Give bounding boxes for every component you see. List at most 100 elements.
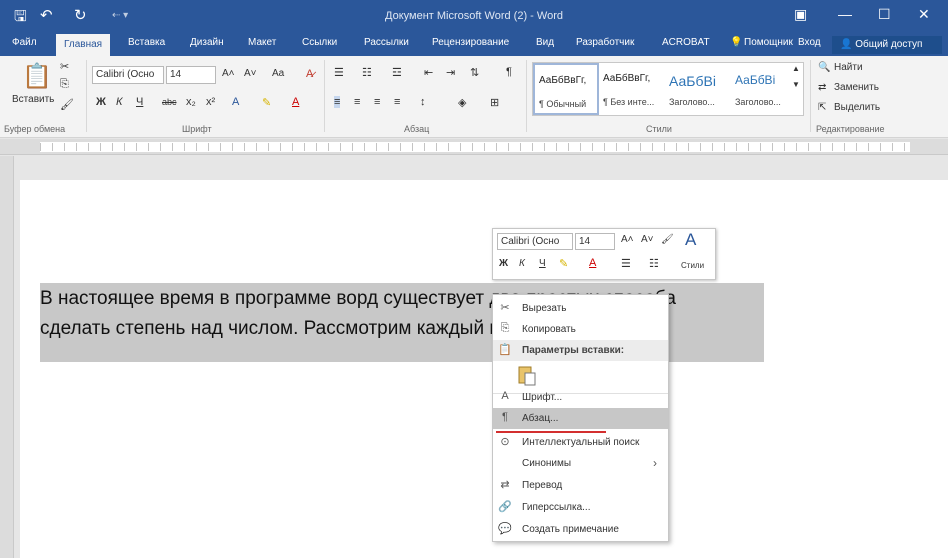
style-heading-2[interactable]: АаБбВі Заголово... (731, 63, 797, 115)
font-name-combo[interactable]: Calibri (Осно (92, 66, 164, 84)
bullets-icon[interactable]: ☰ (334, 66, 344, 79)
menu-item-new-comment[interactable]: 💬 Создать примечание (493, 519, 668, 540)
decrease-indent-icon[interactable]: ⇤ (424, 66, 433, 79)
align-center-icon[interactable]: ≡ (354, 96, 360, 108)
menu-item-synonyms[interactable]: Синонимы › (493, 453, 668, 474)
increase-indent-icon[interactable]: ⇥ (446, 66, 455, 79)
styles-scroll-down-icon[interactable]: ▼ (792, 80, 800, 89)
show-marks-icon[interactable]: ¶ (506, 66, 512, 78)
tab-review[interactable]: Рецензирование (432, 37, 509, 48)
text-effects-icon[interactable]: A (232, 96, 239, 108)
menu-item-label: Копировать (522, 324, 576, 335)
menu-item-hyperlink[interactable]: 🔗 Гиперссылка... (493, 497, 668, 518)
tab-mailings[interactable]: Рассылки (364, 37, 409, 48)
tab-acrobat[interactable]: ACROBAT (662, 37, 710, 48)
numbering-icon[interactable]: ☷ (362, 66, 372, 79)
select-icon[interactable]: ⇱ (818, 102, 826, 113)
find-icon[interactable]: 🔍 (818, 62, 830, 73)
paragraph-icon: ¶ (502, 411, 508, 423)
replace-icon[interactable]: ⇄ (818, 82, 826, 93)
cut-icon[interactable]: ✂ (60, 60, 69, 73)
maximize-button[interactable]: ☐ (878, 6, 891, 23)
underline-button[interactable]: Ч (136, 96, 143, 108)
paste-keep-text-icon[interactable] (517, 365, 537, 387)
mini-numbering-icon[interactable]: ☷ (649, 257, 659, 270)
shrink-font-button[interactable]: A˅ (244, 68, 257, 79)
superscript-button[interactable]: x² (206, 96, 215, 108)
minimize-button[interactable]: — (838, 6, 852, 22)
shading-icon[interactable]: ◈ (458, 96, 466, 109)
tab-insert[interactable]: Вставка (128, 37, 165, 48)
menu-item-paragraph[interactable]: ¶ Абзац... (493, 408, 668, 429)
subscript-button[interactable]: x₂ (186, 96, 196, 108)
styles-scroll-up-icon[interactable]: ▲ (792, 64, 800, 73)
mini-highlight-icon[interactable]: ✎ (559, 257, 568, 270)
tab-references[interactable]: Ссылки (302, 37, 337, 48)
mini-font-color-icon[interactable]: A (589, 257, 596, 269)
clear-format-icon[interactable]: A̷ (306, 68, 313, 80)
tab-file[interactable]: Файл (12, 37, 37, 48)
menu-item-label: Параметры вставки: (522, 345, 625, 356)
borders-icon[interactable]: ⊞ (490, 96, 499, 109)
bold-button[interactable]: Ж (96, 96, 106, 108)
sign-in-link[interactable]: Вход (798, 37, 821, 48)
font-color-icon[interactable]: A (292, 96, 299, 108)
mini-styles-icon[interactable]: A (685, 230, 696, 250)
mini-italic-button[interactable]: К (519, 258, 525, 269)
tab-layout[interactable]: Макет (248, 37, 276, 48)
sort-icon[interactable]: ⇅ (470, 66, 479, 79)
share-button[interactable]: 👤 Общий доступ (832, 36, 942, 54)
copy-icon[interactable]: ⎘ (60, 78, 69, 91)
font-size-combo[interactable]: 14 (166, 66, 216, 84)
paste-icon[interactable]: 📋 (22, 62, 52, 91)
menu-item-translate[interactable]: ⇄ Перевод (493, 475, 668, 496)
group-divider (86, 60, 87, 132)
menu-item-smart-lookup[interactable]: ⊙ Интеллектуальный поиск (493, 432, 668, 453)
change-case-button[interactable]: Aa (272, 68, 284, 79)
justify-icon[interactable]: ≡ (394, 96, 400, 108)
document-page[interactable] (20, 180, 948, 558)
submenu-arrow-icon: › (653, 456, 657, 470)
menu-item-copy[interactable]: ⎘ Копировать (493, 319, 668, 340)
mini-grow-font-icon[interactable]: A˄ (621, 234, 634, 245)
mini-format-painter-icon[interactable]: 🖌 (661, 234, 674, 245)
style-no-spacing[interactable]: АаБбВвГг, ¶ Без инте... (599, 63, 665, 115)
select-button[interactable]: Выделить (834, 102, 880, 113)
menu-header-paste-options: 📋 Параметры вставки: (493, 340, 668, 361)
synonyms-icon (498, 456, 512, 470)
menu-item-cut[interactable]: ✂ Вырезать (493, 298, 668, 319)
mini-underline-button[interactable]: Ч (539, 258, 546, 269)
align-right-icon[interactable]: ≡ (374, 96, 380, 108)
line-spacing-icon[interactable]: ↕ (420, 96, 426, 108)
tab-design[interactable]: Дизайн (190, 37, 224, 48)
grow-font-button[interactable]: A˄ (222, 68, 235, 79)
ribbon-display-icon[interactable]: ▣ (794, 6, 807, 23)
mini-shrink-font-icon[interactable]: A˅ (641, 234, 654, 245)
menu-item-label: Синонимы (522, 458, 572, 469)
tab-view[interactable]: Вид (536, 37, 554, 48)
mini-bold-button[interactable]: Ж (499, 258, 508, 269)
style-name: ¶ Обычный (539, 99, 587, 109)
mini-font-size-combo[interactable]: 14 (575, 233, 615, 250)
vertical-ruler[interactable] (0, 156, 14, 558)
horizontal-ruler[interactable] (0, 139, 948, 155)
tab-developer[interactable]: Разработчик (576, 37, 634, 48)
tell-me-input[interactable]: Помощник (744, 37, 793, 48)
paste-button[interactable]: Вставить (12, 94, 54, 105)
close-button[interactable]: ✕ (918, 6, 930, 23)
style-heading-1[interactable]: АаБбВі Заголово... (665, 63, 731, 115)
find-button[interactable]: Найти (834, 62, 863, 73)
tab-home[interactable]: Главная (56, 34, 111, 56)
cut-icon: ✂ (500, 302, 510, 314)
mini-bullets-icon[interactable]: ☰ (621, 257, 631, 270)
format-painter-icon[interactable]: 🖌 (60, 98, 74, 111)
style-normal[interactable]: АаБбВвГг, ¶ Обычный (533, 63, 599, 115)
mini-font-name-combo[interactable]: Calibri (Осно (497, 233, 573, 250)
menu-item-font[interactable]: A Шрифт... (493, 387, 668, 408)
multilevel-list-icon[interactable]: ☲ (392, 66, 402, 79)
highlight-icon[interactable]: ✎ (262, 96, 271, 109)
align-left-icon[interactable]: ≡ (334, 96, 341, 108)
replace-button[interactable]: Заменить (834, 82, 879, 93)
italic-button[interactable]: К (116, 96, 122, 108)
strikethrough-button[interactable]: abc (162, 97, 177, 107)
